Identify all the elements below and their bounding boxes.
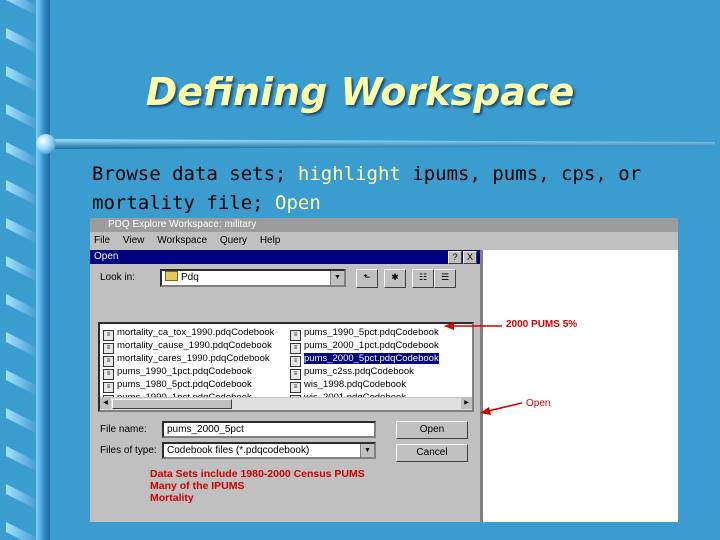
arrowhead-icon — [480, 407, 491, 415]
instruction-highlight: highlight — [297, 163, 401, 185]
arrowhead-icon — [444, 322, 454, 330]
app-screenshot: PDQ Explore Workspace: military File Vie… — [90, 218, 678, 522]
instruction-prefix: Browse data sets; — [92, 163, 298, 185]
rail-ornament — [36, 134, 56, 154]
instruction-open: Open — [275, 192, 321, 214]
title-underline — [40, 139, 715, 149]
callout-arrows — [444, 322, 523, 415]
slide-instruction: Browse data sets; highlight ipums, pums,… — [92, 160, 712, 218]
callout-open: Open — [526, 398, 551, 409]
callout-pums: 2000 PUMS 5% — [506, 319, 578, 330]
arrow-to-open-button — [487, 402, 523, 412]
slide-title: Defining Workspace — [145, 70, 575, 114]
